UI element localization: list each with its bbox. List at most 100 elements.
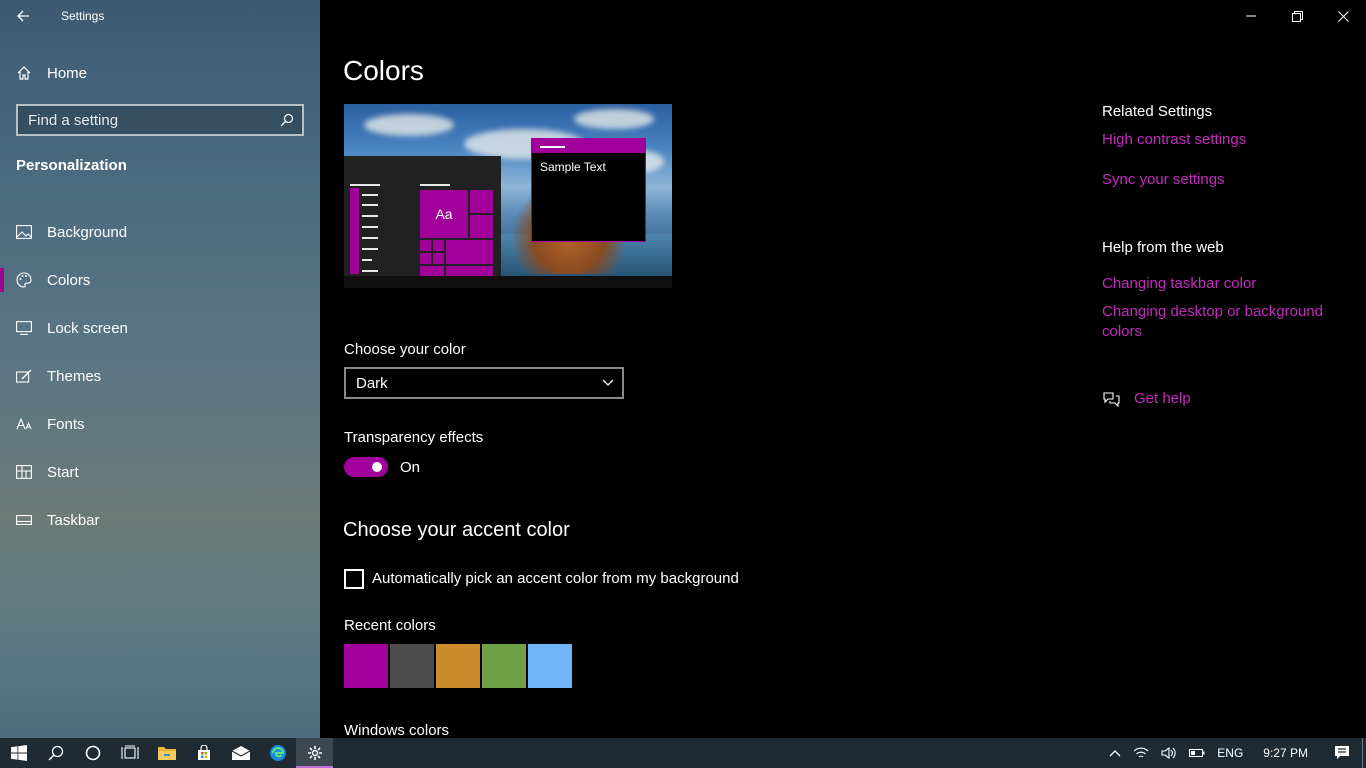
- auto-accent-checkbox[interactable]: [344, 569, 364, 589]
- color-swatch[interactable]: [390, 644, 434, 688]
- app-title: Settings: [61, 9, 105, 23]
- fonts-icon: [16, 416, 32, 432]
- color-swatch[interactable]: [528, 644, 572, 688]
- file-explorer-button[interactable]: [148, 738, 185, 768]
- windows-taskbar: ENG 9:27 PM: [0, 738, 1366, 768]
- sidebar-nav: Background Colors Lock screen Themes Fon…: [0, 208, 320, 544]
- battery-icon: [1189, 749, 1205, 757]
- back-arrow-icon: [17, 10, 29, 22]
- toggle-state: On: [400, 459, 421, 476]
- desktop-colors-link[interactable]: Changing desktop or background colors: [1102, 302, 1342, 342]
- color-swatch[interactable]: [482, 644, 526, 688]
- sidebar-item-taskbar[interactable]: Taskbar: [0, 496, 320, 544]
- action-center-button[interactable]: [1322, 738, 1362, 768]
- clock[interactable]: 9:27 PM: [1249, 738, 1322, 768]
- sidebar-item-label: Background: [47, 223, 128, 241]
- wifi-icon: [1133, 747, 1149, 758]
- back-button[interactable]: [0, 0, 46, 32]
- recent-colors: [344, 644, 572, 688]
- task-view-icon: [120, 745, 139, 759]
- color-swatch[interactable]: [436, 644, 480, 688]
- sidebar: Settings Home Personalization Background…: [0, 0, 320, 738]
- title-bar: Settings: [0, 0, 320, 32]
- mail-button[interactable]: [222, 738, 259, 768]
- color-mode-dropdown[interactable]: Dark: [344, 367, 624, 399]
- search-icon: [47, 745, 63, 761]
- speaker-icon: [1161, 746, 1176, 760]
- show-desktop-button[interactable]: [1362, 738, 1366, 768]
- start-icon: [16, 464, 32, 480]
- store-button[interactable]: [185, 738, 222, 768]
- chevron-down-icon: [602, 379, 614, 386]
- windows-logo-icon: [10, 745, 27, 761]
- sidebar-item-themes[interactable]: Themes: [0, 352, 320, 400]
- sidebar-item-lock-screen[interactable]: Lock screen: [0, 304, 320, 352]
- help-heading: Help from the web: [1102, 239, 1224, 256]
- sidebar-item-label: Themes: [47, 367, 102, 385]
- cortana-button[interactable]: [74, 738, 111, 768]
- sidebar-item-label: Colors: [47, 271, 91, 289]
- picture-icon: [16, 224, 32, 240]
- system-tray: ENG 9:27 PM: [1103, 738, 1366, 768]
- page-title: Colors: [343, 55, 424, 86]
- sidebar-item-colors[interactable]: Colors: [0, 256, 320, 304]
- volume-button[interactable]: [1155, 738, 1183, 768]
- taskbar-color-link[interactable]: Changing taskbar color: [1102, 274, 1342, 294]
- windows-colors-label: Windows colors: [344, 722, 450, 739]
- color-preview: Aa Sample Text: [344, 104, 672, 288]
- home-icon: [17, 66, 31, 80]
- search-box[interactable]: [16, 104, 304, 136]
- search-icon: [280, 113, 294, 127]
- color-swatch[interactable]: [344, 644, 388, 688]
- lock-screen-icon: [16, 320, 32, 336]
- edge-button[interactable]: [259, 738, 296, 768]
- search-input[interactable]: [28, 111, 280, 129]
- sidebar-item-label: Start: [47, 463, 79, 481]
- recent-colors-label: Recent colors: [344, 617, 436, 634]
- sync-settings-link[interactable]: Sync your settings: [1102, 170, 1342, 190]
- selection-indicator: [0, 268, 4, 292]
- chat-help-icon: [1103, 391, 1120, 407]
- show-hidden-icons-button[interactable]: [1103, 738, 1127, 768]
- home-nav[interactable]: Home: [0, 56, 320, 90]
- folder-icon: [157, 747, 176, 760]
- sidebar-item-background[interactable]: Background: [0, 208, 320, 256]
- network-button[interactable]: [1127, 738, 1155, 768]
- transparency-label: Transparency effects: [344, 429, 484, 446]
- get-help-link[interactable]: Get help: [1102, 390, 1191, 407]
- preview-sample-text: Sample Text: [540, 160, 606, 174]
- palette-icon: [16, 272, 32, 288]
- battery-button[interactable]: [1183, 738, 1211, 768]
- sidebar-item-fonts[interactable]: Fonts: [0, 400, 320, 448]
- search-taskbar-button[interactable]: [37, 738, 74, 768]
- window-controls: [1228, 0, 1366, 32]
- minimize-button[interactable]: [1228, 0, 1274, 32]
- auto-accent-label: Automatically pick an accent color from …: [372, 570, 739, 587]
- start-button[interactable]: [0, 738, 37, 768]
- sidebar-item-start[interactable]: Start: [0, 448, 320, 496]
- sidebar-item-label: Fonts: [47, 415, 85, 433]
- preview-start-menu: Aa: [344, 156, 501, 276]
- mail-icon: [231, 746, 250, 760]
- restore-button[interactable]: [1274, 0, 1320, 32]
- sidebar-item-label: Lock screen: [47, 319, 128, 337]
- gear-icon: [307, 746, 322, 760]
- section-title: Personalization: [16, 157, 127, 174]
- related-heading: Related Settings: [1102, 103, 1213, 120]
- chevron-up-icon: [1109, 750, 1121, 757]
- close-icon: [1337, 10, 1349, 22]
- language-indicator[interactable]: ENG: [1211, 738, 1249, 768]
- settings-taskbar-button[interactable]: [296, 738, 333, 768]
- taskbar-icon: [16, 512, 32, 528]
- transparency-toggle[interactable]: [344, 457, 388, 477]
- sidebar-item-label: Taskbar: [47, 511, 100, 529]
- notification-icon: [1335, 746, 1349, 759]
- minimize-icon: [1246, 15, 1256, 17]
- get-help-label: Get help: [1134, 390, 1191, 407]
- close-button[interactable]: [1320, 0, 1366, 32]
- high-contrast-link[interactable]: High contrast settings: [1102, 130, 1342, 150]
- restore-icon: [1291, 10, 1303, 22]
- cortana-icon: [85, 745, 100, 761]
- task-view-button[interactable]: [111, 738, 148, 768]
- accent-heading: Choose your accent color: [343, 519, 570, 541]
